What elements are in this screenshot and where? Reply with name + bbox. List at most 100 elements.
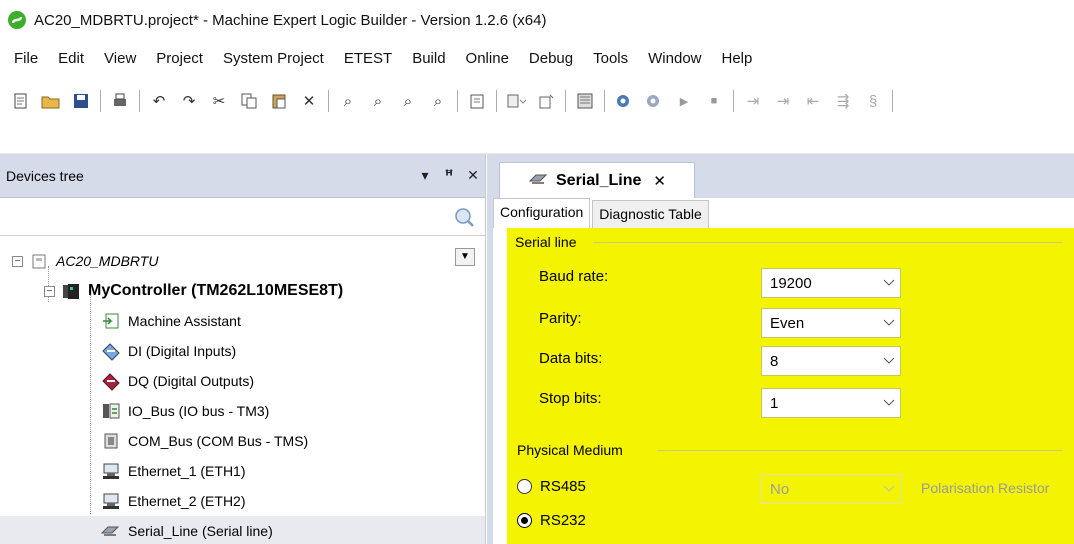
devices-search-input[interactable] <box>0 200 451 233</box>
copy-icon[interactable] <box>238 90 260 112</box>
open-folder-icon[interactable] <box>40 90 62 112</box>
tree-item-label: Ethernet_1 (ETH1) <box>128 463 246 479</box>
delete-icon[interactable]: ✕ <box>298 90 320 112</box>
polarisation-resistor-select[interactable]: No <box>761 474 901 504</box>
cut-icon[interactable]: ✂ <box>208 90 230 112</box>
tree-row-root[interactable]: − AC20_MDBRTU ▼ <box>0 246 485 276</box>
tree-row-controller[interactable]: − MyController (TM262L10MESE8T) <box>0 276 485 306</box>
step-into-icon[interactable]: ⇥ <box>772 90 794 112</box>
collapse-icon[interactable]: − <box>12 255 23 267</box>
baud-rate-value: 19200 <box>770 274 812 292</box>
tree-item-machine-assistant[interactable]: Machine Assistant <box>0 306 485 336</box>
chevron-down-icon <box>878 485 900 493</box>
chevron-down-icon <box>878 319 900 327</box>
collapse-icon[interactable]: − <box>44 285 55 297</box>
tab-diagnostic-table[interactable]: Diagnostic Table <box>592 200 709 228</box>
toolbar-separator <box>604 90 605 112</box>
controller-icon <box>60 280 82 302</box>
print-icon[interactable] <box>109 90 131 112</box>
find-next-icon[interactable]: ⌕ <box>367 90 389 112</box>
devices-tree-title: Devices tree <box>6 167 84 184</box>
redo-icon[interactable]: ↷ <box>178 90 200 112</box>
editor-subtabs: Configuration Diagnostic Table <box>493 198 711 228</box>
menu-edit[interactable]: Edit <box>48 44 94 74</box>
logout-icon[interactable] <box>643 90 665 112</box>
toolbar-separator <box>733 90 734 112</box>
group-divider <box>657 450 1063 451</box>
tab-label: Serial_Line <box>556 171 642 189</box>
tree-item-serial-line[interactable]: Serial_Line (Serial line) <box>0 516 485 544</box>
io-bus-icon <box>100 400 122 422</box>
stop-bits-select[interactable]: 1 <box>761 388 901 418</box>
tree-item-ethernet-1[interactable]: Ethernet_1 (ETH1) <box>0 456 485 486</box>
serial-line-icon <box>528 170 550 191</box>
radio-checked-icon[interactable] <box>517 513 532 528</box>
tree-item-ethernet-2[interactable]: Ethernet_2 (ETH2) <box>0 486 485 516</box>
data-bits-select[interactable]: 8 <box>761 346 901 376</box>
menu-tools[interactable]: Tools <box>583 44 638 74</box>
tree-item-di[interactable]: DI (Digital Inputs) <box>0 336 485 366</box>
devices-tree-header: Devices tree ▾ ꟸ ✕ <box>0 154 485 198</box>
menu-file[interactable]: File <box>4 44 48 74</box>
configuration-area: Serial line Baud rate: 19200 Parity: Eve… <box>507 228 1074 544</box>
menu-window[interactable]: Window <box>638 44 711 74</box>
replace-all-icon[interactable]: ⌕ <box>427 90 449 112</box>
insert-object-icon[interactable] <box>535 90 557 112</box>
toolbar-separator <box>100 90 101 112</box>
find-icon[interactable]: ⌕ <box>337 90 359 112</box>
tree-item-label: IO_Bus (IO bus - TM3) <box>128 403 270 419</box>
toolbar-separator <box>496 90 497 112</box>
run-to-cursor-icon[interactable]: ⇶ <box>832 90 854 112</box>
rs485-radio[interactable]: RS485 <box>517 478 586 495</box>
tree-dropdown-icon[interactable]: ▼ <box>455 248 475 266</box>
digital-outputs-icon <box>100 370 122 392</box>
clipboard-icon[interactable] <box>466 90 488 112</box>
toolbar-separator <box>328 90 329 112</box>
close-tab-icon[interactable]: ✕ <box>653 172 666 190</box>
calculator-icon[interactable] <box>574 90 596 112</box>
menu-view[interactable]: View <box>94 44 146 74</box>
panel-menu-dropdown-icon[interactable]: ▾ <box>413 167 437 184</box>
rs232-radio[interactable]: RS232 <box>517 512 586 529</box>
replace-icon[interactable]: ⌕ <box>397 90 419 112</box>
tree-item-com-bus[interactable]: COM_Bus (COM Bus - TMS) <box>0 426 485 456</box>
paste-icon[interactable] <box>268 90 290 112</box>
step-out-icon[interactable]: ⇤ <box>802 90 824 112</box>
undo-icon[interactable]: ↶ <box>148 90 170 112</box>
menu-help[interactable]: Help <box>712 44 763 74</box>
pin-icon[interactable]: ꟸ <box>437 167 461 184</box>
menu-etest[interactable]: ETEST <box>334 44 402 74</box>
add-object-icon[interactable] <box>505 90 527 112</box>
menu-online[interactable]: Online <box>456 44 519 74</box>
serial-line-icon <box>100 520 122 542</box>
stop-icon[interactable]: ■ <box>703 90 725 112</box>
baud-rate-select[interactable]: 19200 <box>761 268 901 298</box>
breakpoint-icon[interactable]: § <box>862 90 884 112</box>
menu-debug[interactable]: Debug <box>519 44 583 74</box>
parity-label: Parity: <box>539 310 582 327</box>
login-icon[interactable] <box>613 90 635 112</box>
tab-configuration[interactable]: Configuration <box>493 198 591 228</box>
menu-project[interactable]: Project <box>146 44 213 74</box>
tree-item-dq[interactable]: DQ (Digital Outputs) <box>0 366 485 396</box>
tab-serial-line[interactable]: Serial_Line ✕ <box>499 162 695 198</box>
start-icon[interactable]: ▶ <box>673 90 695 112</box>
tree-item-label: Serial_Line (Serial line) <box>128 523 273 539</box>
step-over-icon[interactable]: ⇥ <box>742 90 764 112</box>
close-icon[interactable]: ✕ <box>461 167 485 184</box>
menu-system-project[interactable]: System Project <box>213 44 334 74</box>
controller-label: MyController (TM262L10MESE8T) <box>88 282 344 299</box>
rs485-label: RS485 <box>540 478 586 495</box>
tree-item-io-bus[interactable]: IO_Bus (IO bus - TM3) <box>0 396 485 426</box>
physical-medium-group-title: Physical Medium <box>517 442 623 458</box>
radio-unchecked-icon[interactable] <box>517 479 532 494</box>
parity-select[interactable]: Even <box>761 308 901 338</box>
search-icon[interactable] <box>451 204 477 230</box>
save-icon[interactable] <box>70 90 92 112</box>
stop-bits-value: 1 <box>770 394 779 412</box>
menu-build[interactable]: Build <box>402 44 455 74</box>
com-bus-icon <box>100 430 122 452</box>
new-file-icon[interactable] <box>10 90 32 112</box>
stop-bits-label: Stop bits: <box>539 390 602 407</box>
toolbar: ↶ ↷ ✂ ✕ ⌕ ⌕ ⌕ ⌕ ▶ ■ ⇥ ⇥ ⇤ ⇶ § <box>0 78 1074 124</box>
